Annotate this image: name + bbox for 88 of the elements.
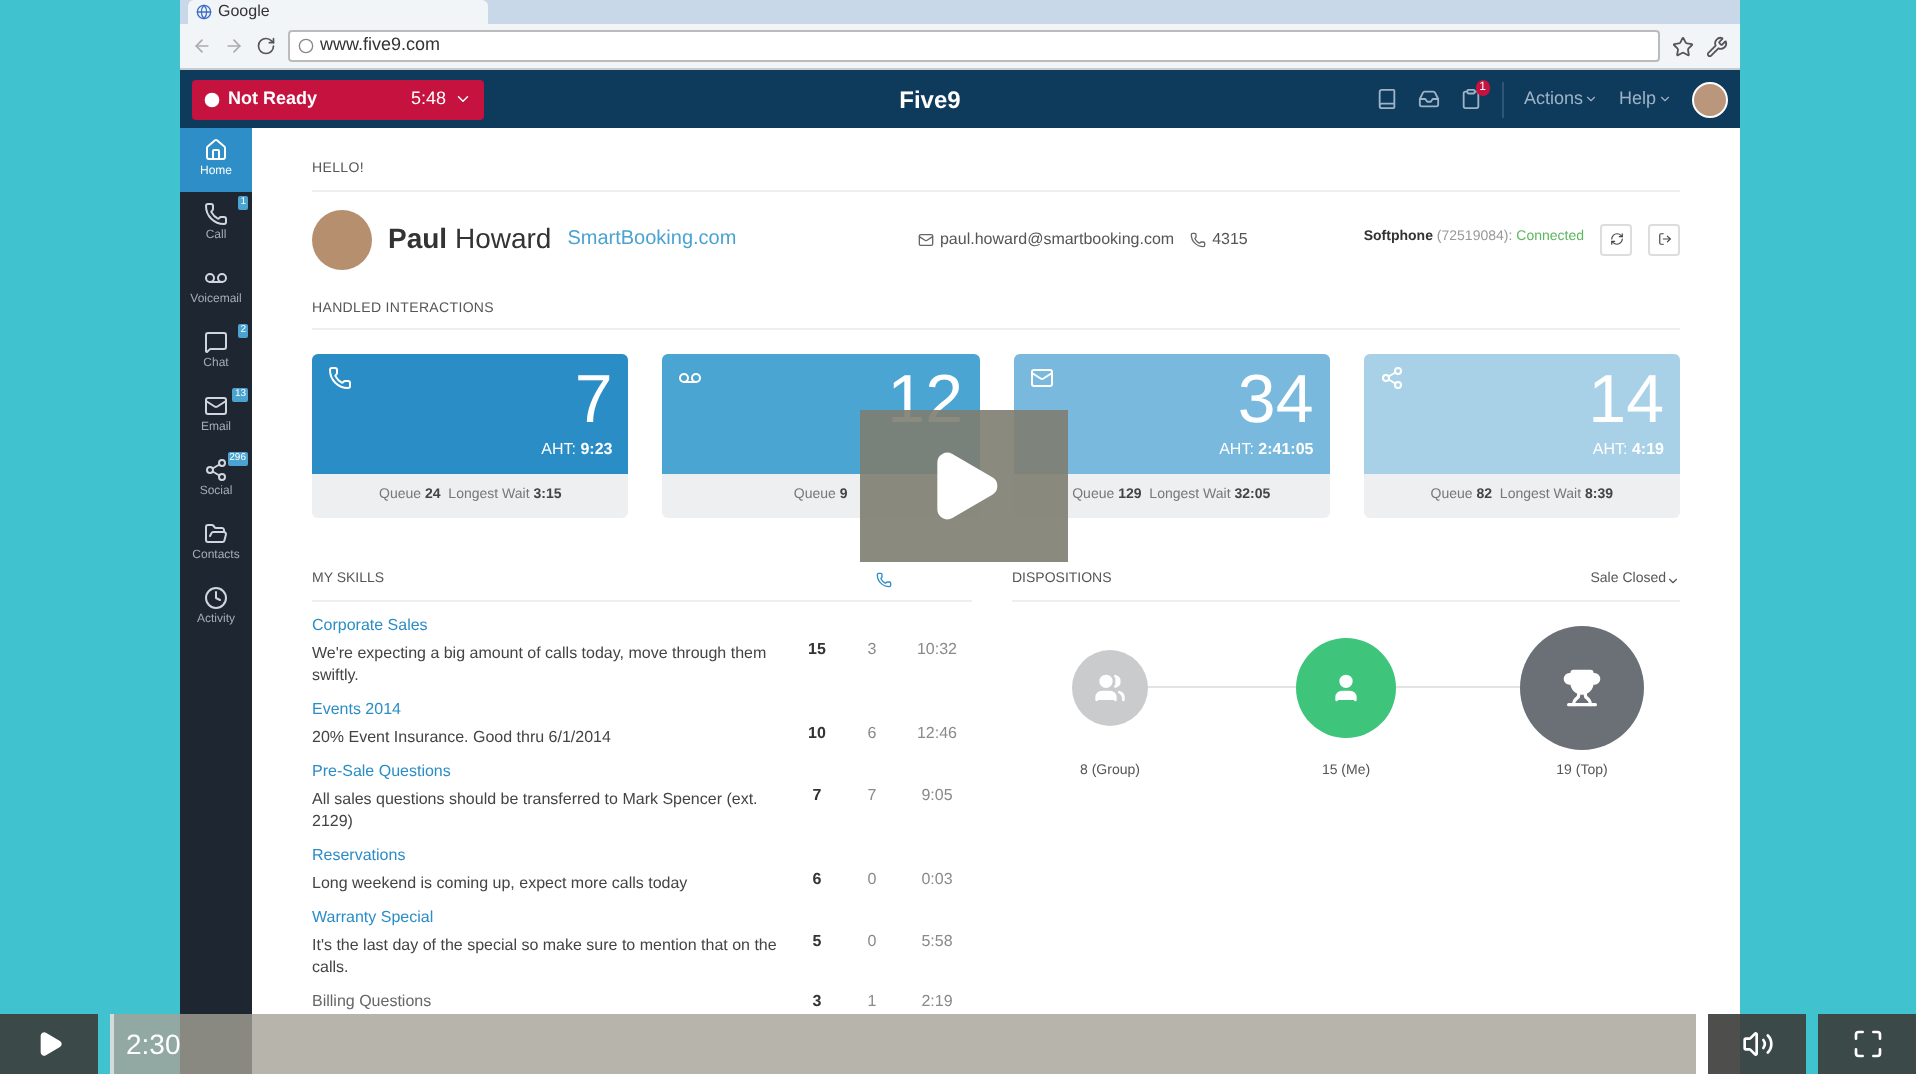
- phone-icon: [204, 202, 228, 226]
- bookmark-icon[interactable]: [1672, 35, 1694, 57]
- tab-title: Google: [218, 0, 270, 24]
- aht-text: AHT: 9:23: [539, 438, 613, 462]
- time-text: 2:30: [126, 1025, 181, 1063]
- play-button[interactable]: [0, 1014, 98, 1074]
- network-icon: [1379, 366, 1404, 390]
- skill-note: All sales questions should be transferred to Mark Spencer (ext. 2129): [312, 787, 760, 831]
- queue-count: 7: [865, 783, 879, 807]
- calls-count: 5: [810, 929, 824, 953]
- folder-icon: [204, 522, 228, 546]
- aht-text: AHT: 4:19: [1590, 438, 1664, 462]
- person-icon: [1330, 671, 1362, 703]
- avatar[interactable]: [1692, 81, 1728, 117]
- page-icon: [298, 38, 314, 54]
- queue-count: 1: [865, 989, 879, 1013]
- envelope-icon: [1029, 366, 1053, 390]
- envelope-icon: [917, 231, 934, 247]
- chat-icon: [204, 330, 228, 354]
- skill-note: Long weekend is coming up, expect more calls today: [312, 871, 690, 893]
- wait-time: 12:46: [914, 721, 960, 745]
- phone-icon: [1190, 231, 1207, 247]
- skill-note: It's the last day of the special so make sure to mention that on the calls.: [312, 933, 779, 977]
- aht-text: AHT: 2:41:05: [1217, 438, 1314, 462]
- skill-name[interactable]: Warranty Special: [312, 905, 792, 929]
- volume-button[interactable]: [1708, 1014, 1806, 1074]
- calls-count: 7: [810, 783, 824, 807]
- wait-time: 9:05: [919, 783, 955, 807]
- skill-name[interactable]: Billing Questions: [312, 989, 792, 1013]
- network-icon: [204, 458, 228, 482]
- caret-icon: [1658, 92, 1672, 106]
- calls-count: 6: [810, 867, 824, 891]
- group-icon: [1094, 671, 1126, 703]
- wait-time: 10:32: [914, 637, 960, 661]
- skill-name[interactable]: Reservations: [312, 843, 792, 867]
- globe-icon: [196, 4, 212, 20]
- refresh-button[interactable]: [1600, 223, 1632, 255]
- play-icon: [35, 1030, 63, 1058]
- count-text: 14: [1588, 362, 1664, 438]
- wait-time: 5:58: [919, 929, 955, 953]
- status-icon: [204, 91, 220, 107]
- queue-count: 3: [865, 637, 879, 661]
- book-icon[interactable]: [1375, 88, 1398, 110]
- phone-icon: [876, 572, 892, 589]
- skill-name[interactable]: Corporate Sales: [312, 613, 792, 637]
- calls-count: 15: [806, 637, 828, 661]
- phone-icon: [328, 366, 352, 390]
- count-text: 7: [574, 362, 613, 438]
- refresh-icon: [1609, 232, 1623, 246]
- address-field[interactable]: www.five9.com: [288, 30, 1660, 62]
- fullscreen-button[interactable]: [1818, 1014, 1916, 1074]
- skill-name[interactable]: Pre-Sale Questions: [312, 759, 792, 783]
- clock-icon: [204, 586, 228, 610]
- caret-icon: [1666, 573, 1680, 588]
- skill-note: 20% Event Insurance. Good thru 6/1/2014: [312, 725, 613, 747]
- caret-icon: [454, 90, 472, 108]
- skill-note: We're expecting a big amount of calls today, move through them swiftly.: [312, 641, 769, 685]
- home-icon: [204, 138, 228, 162]
- trophy-icon: [1562, 667, 1602, 707]
- extension-text: 4315: [1212, 227, 1248, 251]
- settings-icon[interactable]: [1706, 35, 1728, 57]
- avatar: [312, 209, 372, 269]
- calls-count: 10: [806, 721, 828, 745]
- queue-count: 6: [865, 721, 879, 745]
- calls-count: 3: [810, 989, 824, 1013]
- logout-icon: [1657, 232, 1671, 246]
- queue-count: 0: [865, 867, 879, 891]
- clipboard-icon[interactable]: [1459, 88, 1482, 110]
- count-text: 34: [1237, 362, 1314, 438]
- browser-tab[interactable]: Google: [188, 0, 488, 24]
- queue-count: 0: [865, 929, 879, 953]
- email-text: paul.howard@smartbooking.com: [939, 227, 1175, 251]
- reload-icon[interactable]: [256, 36, 276, 56]
- wait-time: 0:03: [919, 867, 955, 891]
- menu-item[interactable]: Help: [1618, 85, 1672, 113]
- envelope-icon: [204, 394, 228, 418]
- caret-icon: [1584, 92, 1599, 106]
- skill-name[interactable]: Events 2014: [312, 697, 792, 721]
- inbox-icon[interactable]: [1417, 88, 1440, 110]
- menu-item[interactable]: Actions: [1523, 85, 1599, 113]
- wait-time: 2:19: [919, 989, 955, 1013]
- status-dropdown[interactable]: Not Ready 5:48: [192, 79, 484, 119]
- volume-icon: [1741, 1028, 1773, 1060]
- user-name: Paul Howard: [388, 220, 552, 258]
- count-text: 12: [887, 362, 963, 438]
- logout-button[interactable]: [1648, 223, 1680, 255]
- logo: Five9: [899, 83, 961, 117]
- fullscreen-icon: [1851, 1028, 1883, 1060]
